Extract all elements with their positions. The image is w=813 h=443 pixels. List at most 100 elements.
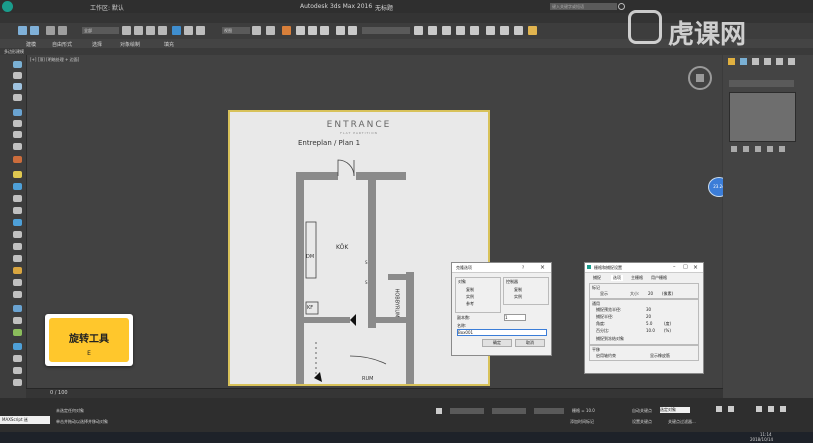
dialog-help-button[interactable]: ? xyxy=(522,265,524,270)
curve-editor-icon[interactable] xyxy=(456,26,465,35)
close-icon[interactable]: × xyxy=(540,264,545,271)
tool-icon[interactable] xyxy=(13,305,22,312)
ok-button[interactable]: 确定 xyxy=(482,339,512,347)
tool-icon[interactable] xyxy=(13,291,22,298)
tool-icon[interactable] xyxy=(13,72,22,79)
tool-icon[interactable] xyxy=(13,183,22,190)
render-frame-icon[interactable] xyxy=(514,26,523,35)
layer-manager-icon[interactable] xyxy=(428,26,437,35)
remove-modifier-icon[interactable] xyxy=(767,146,773,152)
hierarchy-tab-icon[interactable] xyxy=(752,58,759,65)
tab-user-grid[interactable]: 用户栅格 xyxy=(651,275,667,281)
dialog-titlebar[interactable]: 栅格和捕捉设置 – □ × xyxy=(585,263,703,273)
snap-radius-input[interactable]: 30 xyxy=(646,307,651,312)
tool-icon[interactable] xyxy=(13,243,22,250)
search-icon[interactable] xyxy=(618,3,625,10)
tool-icon[interactable] xyxy=(13,329,22,336)
viewcube-icon[interactable] xyxy=(688,66,712,90)
ribbon-tab-selection[interactable]: 选择 xyxy=(92,41,102,48)
render-setup-icon[interactable] xyxy=(500,26,509,35)
tool-icon[interactable] xyxy=(13,195,22,202)
utilities-tab-icon[interactable] xyxy=(788,58,795,65)
percent-snap-icon[interactable] xyxy=(308,26,317,35)
spinner-snap-icon[interactable] xyxy=(320,26,329,35)
ribbon-tab-object-paint[interactable]: 对象绘制 xyxy=(120,41,140,48)
tool-icon[interactable] xyxy=(13,231,22,238)
axis-constraint-checkbox[interactable]: 启用轴约束 xyxy=(596,353,616,359)
ribbon-tab-modeling[interactable]: 建模 xyxy=(26,41,36,48)
move-icon[interactable] xyxy=(172,26,181,35)
modify-tab-icon[interactable] xyxy=(740,58,747,65)
tool-icon[interactable] xyxy=(13,94,22,101)
clone-options-dialog[interactable]: 克隆选项 ? × 对象 复制 实例 参考 控制器 复制 实例 副本数: 1 名称… xyxy=(451,262,552,356)
tool-icon[interactable] xyxy=(13,143,22,150)
tool-icon[interactable] xyxy=(13,171,22,178)
radio-ctrl-copy[interactable]: 复制 xyxy=(514,287,522,293)
tool-icon[interactable] xyxy=(13,120,22,127)
schematic-view-icon[interactable] xyxy=(470,26,479,35)
tool-icon[interactable] xyxy=(13,343,22,350)
add-time-tag[interactable]: 添加时间标记 xyxy=(570,419,594,425)
marker-show-checkbox[interactable]: 显示 xyxy=(600,291,608,297)
pivot-icon[interactable] xyxy=(252,26,261,35)
ribbon-tab-freeform[interactable]: 自由形式 xyxy=(52,41,72,48)
marker-size-input[interactable]: 20 xyxy=(648,291,653,296)
tool-icon[interactable] xyxy=(13,61,22,68)
link-icon[interactable] xyxy=(46,26,55,35)
name-input[interactable]: Box001 xyxy=(457,329,547,336)
modifier-list-dropdown[interactable] xyxy=(729,80,794,87)
tab-snap[interactable]: 捕捉 xyxy=(593,275,601,281)
redo-icon[interactable] xyxy=(30,26,39,35)
angle-input[interactable]: 5.0 xyxy=(646,321,652,326)
radio-copy[interactable]: 复制 xyxy=(466,287,474,293)
create-tab-icon[interactable] xyxy=(728,58,735,65)
grid-snap-settings-dialog[interactable]: 栅格和捕捉设置 – □ × 捕捉 选项 主栅格 用户栅格 标记 显示 大小: 2… xyxy=(584,262,704,374)
undo-icon[interactable] xyxy=(18,26,27,35)
named-selection-sets[interactable] xyxy=(362,27,410,34)
auto-key-button[interactable]: 自动关键点 xyxy=(632,408,652,414)
pan-icon[interactable] xyxy=(768,406,774,412)
mirror-icon[interactable] xyxy=(348,26,357,35)
close-icon[interactable]: × xyxy=(693,264,698,271)
material-editor-icon[interactable] xyxy=(486,26,495,35)
play-icon[interactable] xyxy=(716,406,722,412)
scale-icon[interactable] xyxy=(196,26,205,35)
zoom-icon[interactable] xyxy=(756,406,762,412)
ribbon-tab-populate[interactable]: 填充 xyxy=(164,41,174,48)
show-end-result-icon[interactable] xyxy=(743,146,749,152)
dialog-titlebar[interactable]: 克隆选项 ? × xyxy=(452,263,551,273)
select-manipulate-icon[interactable] xyxy=(266,26,275,35)
cancel-button[interactable]: 取消 xyxy=(515,339,545,347)
graphite-icon[interactable] xyxy=(442,26,451,35)
minimize-icon[interactable]: – xyxy=(673,264,676,270)
percent-input[interactable]: 10.0 xyxy=(646,328,655,333)
selection-filter[interactable]: 全部 xyxy=(82,27,119,34)
tool-icon[interactable] xyxy=(13,109,22,116)
select-object-icon[interactable] xyxy=(122,26,131,35)
maximize-icon[interactable]: □ xyxy=(683,264,688,270)
tool-icon[interactable] xyxy=(13,367,22,374)
search-box[interactable]: 键入关键字或短语 xyxy=(550,3,617,10)
selected-dropdown[interactable]: 选定对象 xyxy=(660,407,690,413)
render-icon[interactable] xyxy=(528,26,537,35)
tool-icon[interactable] xyxy=(13,317,22,324)
modifier-stack[interactable] xyxy=(729,92,796,142)
viewport-label[interactable]: [+] [顶] [明暗处理 + 边面] xyxy=(30,57,79,63)
app-logo-icon[interactable] xyxy=(2,1,13,12)
tool-icon[interactable] xyxy=(13,207,22,214)
snap-strength-input[interactable]: 20 xyxy=(646,314,651,319)
display-tab-icon[interactable] xyxy=(776,58,783,65)
window-crossing-icon[interactable] xyxy=(158,26,167,35)
tab-home-grid[interactable]: 主栅格 xyxy=(631,275,643,281)
workspace-dropdown[interactable]: 工作区: 默认 xyxy=(90,3,124,12)
reference-coord-dropdown[interactable]: 视图 xyxy=(222,27,250,34)
orbit-icon[interactable] xyxy=(780,406,786,412)
snap-toggle-icon[interactable] xyxy=(282,26,291,35)
rect-select-icon[interactable] xyxy=(146,26,155,35)
z-coord-field[interactable] xyxy=(534,408,564,414)
pin-stack-icon[interactable] xyxy=(731,146,737,152)
rotate-icon[interactable] xyxy=(184,26,193,35)
x-coord-field[interactable] xyxy=(450,408,484,414)
maxscript-listener[interactable]: MAXScript 迷 xyxy=(0,416,50,424)
key-filters-button[interactable]: 关键点过滤器... xyxy=(668,419,696,425)
